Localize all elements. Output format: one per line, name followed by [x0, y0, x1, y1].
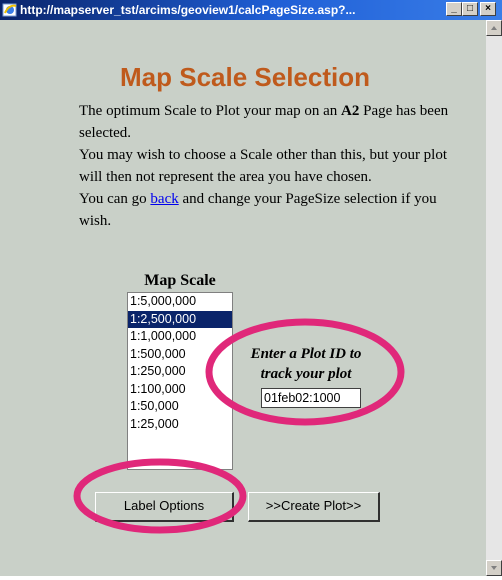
intro-paragraph-1: The optimum Scale to Plot your map on an…: [79, 100, 459, 144]
scale-option[interactable]: 1:500,000: [128, 346, 232, 364]
intro-line3-a: You can go: [79, 191, 151, 207]
close-button[interactable]: ×: [480, 2, 496, 16]
intro-line1-a: The optimum Scale to Plot your map on an: [79, 103, 342, 119]
intro-paragraph-3: You can go back and change your PageSize…: [79, 188, 459, 232]
plot-id-input[interactable]: [261, 388, 361, 408]
maximize-button[interactable]: □: [462, 2, 478, 16]
browser-window: http://mapserver_tst/arcims/geoview1/cal…: [0, 0, 502, 576]
scale-option-selected[interactable]: 1:2,500,000: [128, 310, 232, 328]
title-bar: http://mapserver_tst/arcims/geoview1/cal…: [0, 0, 502, 20]
internet-explorer-icon: [2, 2, 18, 18]
page-title: Map Scale Selection: [120, 62, 370, 92]
map-scale-listbox[interactable]: 1:5,000,000 1:2,500,000 1:1,000,000 1:50…: [127, 292, 233, 470]
vertical-scrollbar[interactable]: [486, 20, 502, 576]
minimize-button[interactable]: _: [446, 2, 462, 16]
window-title: http://mapserver_tst/arcims/geoview1/cal…: [20, 3, 356, 17]
plot-id-label: Enter a Plot ID to track your plot: [250, 346, 362, 382]
page-size-value: A2: [341, 103, 360, 119]
scale-option[interactable]: 1:250,000: [128, 363, 232, 381]
scale-option[interactable]: 1:50,000: [128, 398, 232, 416]
scale-option[interactable]: 1:25,000: [128, 416, 232, 434]
scale-option[interactable]: 1:1,000,000: [128, 328, 232, 346]
page-content: Map Scale Selection The optimum Scale to…: [4, 20, 486, 576]
create-plot-button[interactable]: >>Create Plot>>: [248, 492, 380, 522]
scroll-down-arrow-icon[interactable]: [486, 560, 502, 576]
scroll-up-arrow-icon[interactable]: [486, 20, 502, 36]
intro-text: The optimum Scale to Plot your map on an…: [79, 100, 459, 232]
scale-option[interactable]: 1:5,000,000: [128, 293, 232, 311]
label-options-button[interactable]: Label Options: [95, 492, 234, 522]
back-link[interactable]: back: [150, 191, 178, 207]
intro-paragraph-2: You may wish to choose a Scale other tha…: [79, 147, 448, 185]
map-scale-label: Map Scale: [144, 272, 216, 289]
scale-option[interactable]: 1:100,000: [128, 381, 232, 399]
